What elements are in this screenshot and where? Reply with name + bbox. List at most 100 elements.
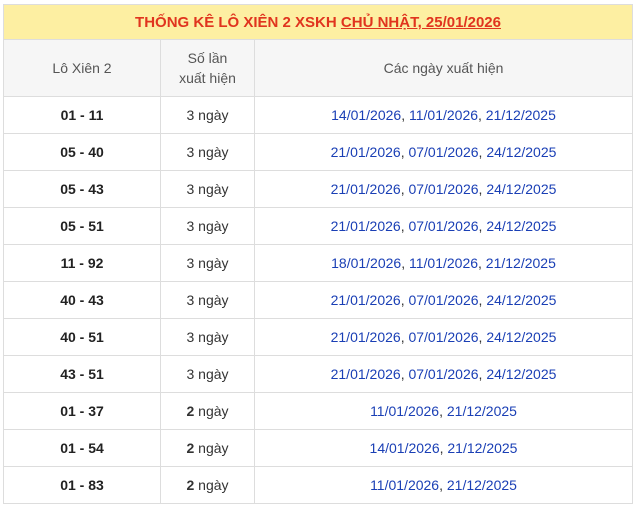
dates-cell: 21/01/2026, 07/01/2026, 24/12/2025 <box>253 133 634 171</box>
count-unit: ngày <box>194 107 229 123</box>
lo-xien-stats-table: THỐNG KÊ LÔ XIÊN 2 XSKH CHỦ NHẬT, 25/01/… <box>2 4 634 504</box>
date-link[interactable]: 21/12/2025 <box>447 477 517 493</box>
table-row: 01 - 83 2 ngày 11/01/2026, 21/12/2025 <box>3 466 634 504</box>
date-separator: , <box>439 403 447 419</box>
date-link[interactable]: 11/01/2026 <box>370 403 439 419</box>
pair-cell: 40 - 43 <box>3 281 161 319</box>
count-unit: ngày <box>194 181 229 197</box>
table-row: 05 - 40 3 ngày 21/01/2026, 07/01/2026, 24/… <box>3 133 634 171</box>
pair-cell: 43 - 51 <box>3 355 161 393</box>
count-cell: 3 ngày <box>160 133 255 171</box>
lo-xien-stats-panel: THỐNG KÊ LÔ XIÊN 2 XSKH CHỦ NHẬT, 25/01/… <box>2 4 634 504</box>
date-link[interactable]: 24/12/2025 <box>486 366 556 382</box>
dates-cell: 18/01/2026, 11/01/2026, 21/12/2025 <box>253 244 634 282</box>
dates-cell: 21/01/2026, 07/01/2026, 24/12/2025 <box>253 318 634 356</box>
date-link[interactable]: 07/01/2026 <box>408 366 478 382</box>
dates-cell: 21/01/2026, 07/01/2026, 24/12/2025 <box>253 355 634 393</box>
date-link[interactable]: 24/12/2025 <box>486 218 556 234</box>
date-separator: , <box>401 107 409 123</box>
count-unit: ngày <box>194 218 229 234</box>
dates-cell: 21/01/2026, 07/01/2026, 24/12/2025 <box>253 207 634 245</box>
table-row: 01 - 37 2 ngày 11/01/2026, 21/12/2025 <box>3 392 634 430</box>
date-separator: , <box>401 255 409 271</box>
date-link[interactable]: 14/01/2026 <box>331 107 401 123</box>
date-link[interactable]: 21/01/2026 <box>331 329 401 345</box>
date-link[interactable]: 21/01/2026 <box>331 218 401 234</box>
table-row: 01 - 11 3 ngày 14/01/2026, 11/01/2026, 21/… <box>3 96 634 134</box>
date-separator: , <box>478 255 486 271</box>
count-unit: ngày <box>194 403 229 419</box>
dates-cell: 11/01/2026, 21/12/2025 <box>253 392 634 430</box>
count-cell: 3 ngày <box>160 207 255 245</box>
pair-cell: 05 - 51 <box>3 207 161 245</box>
table-row: 01 - 54 2 ngày 14/01/2026, 21/12/2025 <box>3 429 634 467</box>
count-unit: ngày <box>194 440 229 456</box>
count-cell: 3 ngày <box>160 281 255 319</box>
table-row: 43 - 51 3 ngày 21/01/2026, 07/01/2026, 24/… <box>3 355 634 393</box>
table-title: THỐNG KÊ LÔ XIÊN 2 XSKH CHỦ NHẬT, 25/01/… <box>2 4 634 40</box>
pair-cell: 01 - 54 <box>3 429 161 467</box>
date-link[interactable]: 24/12/2025 <box>486 181 556 197</box>
count-cell: 3 ngày <box>160 170 255 208</box>
table-row: 11 - 92 3 ngày 18/01/2026, 11/01/2026, 21/… <box>3 244 634 282</box>
date-link[interactable]: 24/12/2025 <box>486 329 556 345</box>
header-count: Số lần xuất hiện <box>160 39 255 97</box>
count-cell: 2 ngày <box>160 466 255 504</box>
table-row: 40 - 43 3 ngày 21/01/2026, 07/01/2026, 24/… <box>3 281 634 319</box>
count-cell: 2 ngày <box>160 392 255 430</box>
table-title-text: THỐNG KÊ LÔ XIÊN 2 XSKH <box>135 13 341 31</box>
header-dates: Các ngày xuất hiện <box>253 39 634 97</box>
dates-cell: 14/01/2026, 21/12/2025 <box>253 429 634 467</box>
date-link[interactable]: 18/01/2026 <box>331 255 401 271</box>
count-cell: 3 ngày <box>160 244 255 282</box>
date-link[interactable]: 14/01/2026 <box>370 440 440 456</box>
date-link[interactable]: 07/01/2026 <box>408 329 478 345</box>
pair-cell: 01 - 83 <box>3 466 161 504</box>
count-unit: ngày <box>194 292 229 308</box>
count-unit: ngày <box>194 144 229 160</box>
pair-cell: 01 - 37 <box>3 392 161 430</box>
date-link[interactable]: 24/12/2025 <box>486 144 556 160</box>
header-count-text: Số lần xuất hiện <box>179 50 236 86</box>
date-separator: , <box>478 107 486 123</box>
dates-cell: 14/01/2026, 11/01/2026, 21/12/2025 <box>253 96 634 134</box>
date-link[interactable]: 21/01/2026 <box>331 366 401 382</box>
pair-cell: 01 - 11 <box>3 96 161 134</box>
date-separator: , <box>439 477 447 493</box>
date-link[interactable]: 21/12/2025 <box>486 107 556 123</box>
dates-cell: 21/01/2026, 07/01/2026, 24/12/2025 <box>253 281 634 319</box>
date-link[interactable]: 21/12/2025 <box>486 255 556 271</box>
count-cell: 3 ngày <box>160 96 255 134</box>
count-cell: 2 ngày <box>160 429 255 467</box>
table-row: 05 - 51 3 ngày 21/01/2026, 07/01/2026, 24/… <box>3 207 634 245</box>
table-row: 05 - 43 3 ngày 21/01/2026, 07/01/2026, 24/… <box>3 170 634 208</box>
dates-cell: 21/01/2026, 07/01/2026, 24/12/2025 <box>253 170 634 208</box>
date-link[interactable]: 21/12/2025 <box>447 440 517 456</box>
table-title-date-link[interactable]: CHỦ NHẬT, 25/01/2026 <box>341 14 501 31</box>
count-unit: ngày <box>194 329 229 345</box>
date-link[interactable]: 11/01/2026 <box>409 255 478 271</box>
pair-cell: 11 - 92 <box>3 244 161 282</box>
date-link[interactable]: 07/01/2026 <box>408 292 478 308</box>
date-link[interactable]: 24/12/2025 <box>486 292 556 308</box>
date-link[interactable]: 11/01/2026 <box>409 107 478 123</box>
pair-cell: 05 - 40 <box>3 133 161 171</box>
date-link[interactable]: 21/01/2026 <box>331 181 401 197</box>
table-header-row: Lô Xiên 2 Số lần xuất hiện Các ngày xuất… <box>3 39 634 97</box>
date-link[interactable]: 07/01/2026 <box>408 181 478 197</box>
pair-cell: 05 - 43 <box>3 170 161 208</box>
table-row: 40 - 51 3 ngày 21/01/2026, 07/01/2026, 24/… <box>3 318 634 356</box>
date-link[interactable]: 07/01/2026 <box>408 218 478 234</box>
date-link[interactable]: 21/12/2025 <box>447 403 517 419</box>
pair-cell: 40 - 51 <box>3 318 161 356</box>
dates-cell: 11/01/2026, 21/12/2025 <box>253 466 634 504</box>
count-unit: ngày <box>194 366 229 382</box>
count-cell: 3 ngày <box>160 318 255 356</box>
date-link[interactable]: 21/01/2026 <box>331 144 401 160</box>
date-link[interactable]: 07/01/2026 <box>408 144 478 160</box>
table-title-row: THỐNG KÊ LÔ XIÊN 2 XSKH CHỦ NHẬT, 25/01/… <box>2 4 634 40</box>
date-link[interactable]: 21/01/2026 <box>331 292 401 308</box>
count-cell: 3 ngày <box>160 355 255 393</box>
date-link[interactable]: 11/01/2026 <box>370 477 439 493</box>
count-unit: ngày <box>194 255 229 271</box>
